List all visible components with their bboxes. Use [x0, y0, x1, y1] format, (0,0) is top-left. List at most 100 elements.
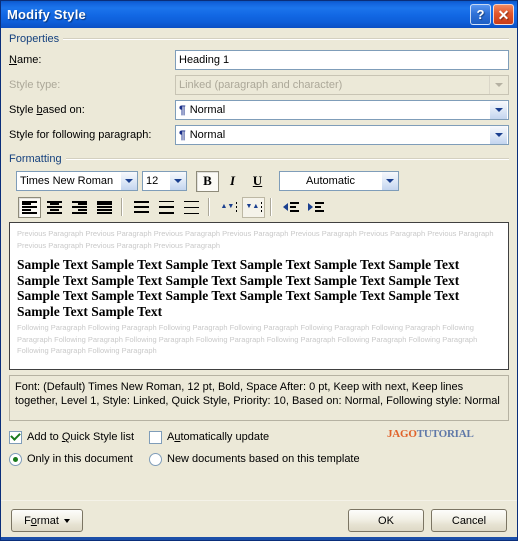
watermark-tutorial: TUTORIAL [416, 428, 474, 440]
checkbox-icon[interactable] [9, 430, 22, 444]
watermark-jago: JAGO [387, 428, 417, 440]
cancel-button[interactable]: Cancel [431, 509, 507, 532]
title-bar[interactable]: Modify Style ? ✕ [1, 1, 517, 28]
line-spacing-single-icon [134, 201, 149, 214]
chevron-down-icon[interactable] [489, 126, 507, 144]
line-spacing-1-5-button[interactable] [155, 197, 178, 218]
style-following-value: Normal [189, 129, 226, 141]
align-justify-button[interactable] [93, 197, 116, 218]
dialog-footer: Format OK Cancel [1, 500, 517, 540]
bold-button[interactable]: B [196, 170, 219, 192]
increase-paragraph-spacing-icon: ▼▲ [245, 202, 262, 212]
properties-group-title: Properties [9, 33, 60, 45]
checkbox-icon[interactable] [149, 430, 162, 444]
style-following-combo[interactable]: ¶ Normal [175, 125, 509, 145]
align-center-icon [47, 200, 62, 214]
format-button[interactable]: Format [11, 509, 83, 532]
decrease-indent-icon [282, 201, 299, 214]
options-section: Add to Quick Style list Automatically up… [9, 428, 509, 468]
style-preview-pane: Previous Paragraph Previous Paragraph Pr… [9, 222, 509, 370]
decrease-paragraph-spacing-button[interactable]: ▲▼ [217, 197, 240, 218]
underline-button[interactable]: U [246, 171, 269, 192]
chevron-down-icon [489, 76, 507, 94]
align-right-button[interactable] [68, 197, 91, 218]
preview-previous-paragraph: Previous Paragraph Previous Paragraph Pr… [17, 229, 494, 250]
automatically-update-checkbox[interactable]: Automatically update [149, 430, 270, 444]
new-documents-label: New documents based on this template [167, 453, 360, 465]
line-spacing-double-button[interactable] [180, 197, 203, 218]
line-spacing-single-button[interactable] [130, 197, 153, 218]
increase-indent-icon [307, 201, 324, 214]
font-toolbar: Times New Roman 12 B I U Automatic [9, 170, 509, 192]
help-button[interactable]: ? [470, 4, 491, 25]
style-type-row: Style type: Linked (paragraph and charac… [9, 75, 509, 95]
preview-sample-text: Sample Text Sample Text Sample Text Samp… [17, 257, 460, 319]
add-to-quick-style-list-label: Add to Quick Style list [27, 431, 134, 443]
group-divider [63, 38, 509, 40]
name-label: Name: [9, 54, 42, 66]
bottom-accent-rule [1, 537, 517, 540]
chevron-down-icon[interactable] [489, 101, 507, 119]
align-justify-icon [97, 200, 112, 214]
style-based-on-value: Normal [189, 104, 226, 116]
only-in-this-document-label: Only in this document [27, 453, 133, 465]
increase-indent-button[interactable] [304, 197, 327, 218]
toolbar-separator [208, 198, 210, 216]
font-color-combo[interactable]: Automatic [279, 171, 399, 191]
dialog-title: Modify Style [7, 7, 86, 22]
pilcrow-icon: ¶ [179, 128, 186, 142]
pilcrow-icon: ¶ [179, 103, 186, 117]
style-type-label: Style type: [9, 79, 61, 91]
decrease-paragraph-spacing-icon: ▲▼ [220, 202, 237, 212]
chevron-down-icon [63, 518, 70, 523]
properties-group-label: Properties [9, 33, 509, 45]
style-type-value: Linked (paragraph and character) [179, 79, 343, 91]
align-left-button[interactable] [18, 196, 41, 218]
formatting-group-title: Formatting [9, 153, 62, 165]
paragraph-toolbar: ▲▼ ▼▲ [9, 196, 509, 218]
only-in-this-document-radio[interactable]: Only in this document [9, 452, 149, 466]
style-following-label: Style for following paragraph: [9, 129, 152, 141]
style-based-on-label: Style based on: [9, 104, 85, 116]
style-type-combo: Linked (paragraph and character) [175, 75, 509, 95]
radio-row: Only in this document New documents base… [9, 450, 509, 468]
font-size-value: 12 [146, 175, 159, 187]
decrease-indent-button[interactable] [279, 197, 302, 218]
line-spacing-double-icon [184, 200, 199, 214]
automatically-update-label: Automatically update [167, 431, 270, 443]
chevron-down-icon[interactable] [169, 172, 186, 190]
style-based-on-combo[interactable]: ¶ Normal [175, 100, 509, 120]
formatting-group-label: Formatting [9, 153, 509, 165]
style-based-on-row: Style based on: ¶ Normal [9, 100, 509, 120]
font-color-value: Automatic [306, 175, 355, 187]
toolbar-separator [121, 198, 123, 216]
toolbar-separator [270, 198, 272, 216]
chevron-down-icon[interactable] [381, 172, 398, 190]
close-button[interactable]: ✕ [493, 4, 514, 25]
name-row: Name: Heading 1 [9, 50, 509, 70]
preview-following-paragraph: Following Paragraph Following Paragraph … [17, 323, 478, 355]
radio-icon[interactable] [9, 452, 22, 466]
ok-button[interactable]: OK [348, 509, 424, 532]
align-right-icon [72, 200, 87, 214]
watermark-logo: JAGOTUTORIAL [387, 428, 474, 440]
modify-style-dialog: Modify Style ? ✕ Properties Name: Headin… [0, 0, 518, 541]
radio-icon[interactable] [149, 452, 162, 466]
increase-paragraph-spacing-button[interactable]: ▼▲ [242, 196, 265, 218]
font-size-combo[interactable]: 12 [142, 171, 187, 191]
dialog-body: Properties Name: Heading 1 Style type: L… [1, 28, 517, 500]
align-left-icon [22, 200, 37, 214]
add-to-quick-style-list-checkbox[interactable]: Add to Quick Style list [9, 430, 149, 444]
style-description: Font: (Default) Times New Roman, 12 pt, … [9, 375, 509, 421]
align-center-button[interactable] [43, 197, 66, 218]
new-documents-radio[interactable]: New documents based on this template [149, 452, 360, 466]
font-name-value: Times New Roman [20, 175, 114, 187]
name-input[interactable]: Heading 1 [175, 50, 509, 70]
group-divider [65, 158, 509, 160]
chevron-down-icon[interactable] [120, 172, 137, 190]
italic-button[interactable]: I [221, 171, 244, 192]
font-name-combo[interactable]: Times New Roman [16, 171, 138, 191]
style-following-row: Style for following paragraph: ¶ Normal [9, 125, 509, 145]
format-button-label: Format [24, 514, 59, 527]
line-spacing-1-5-icon [159, 200, 174, 214]
